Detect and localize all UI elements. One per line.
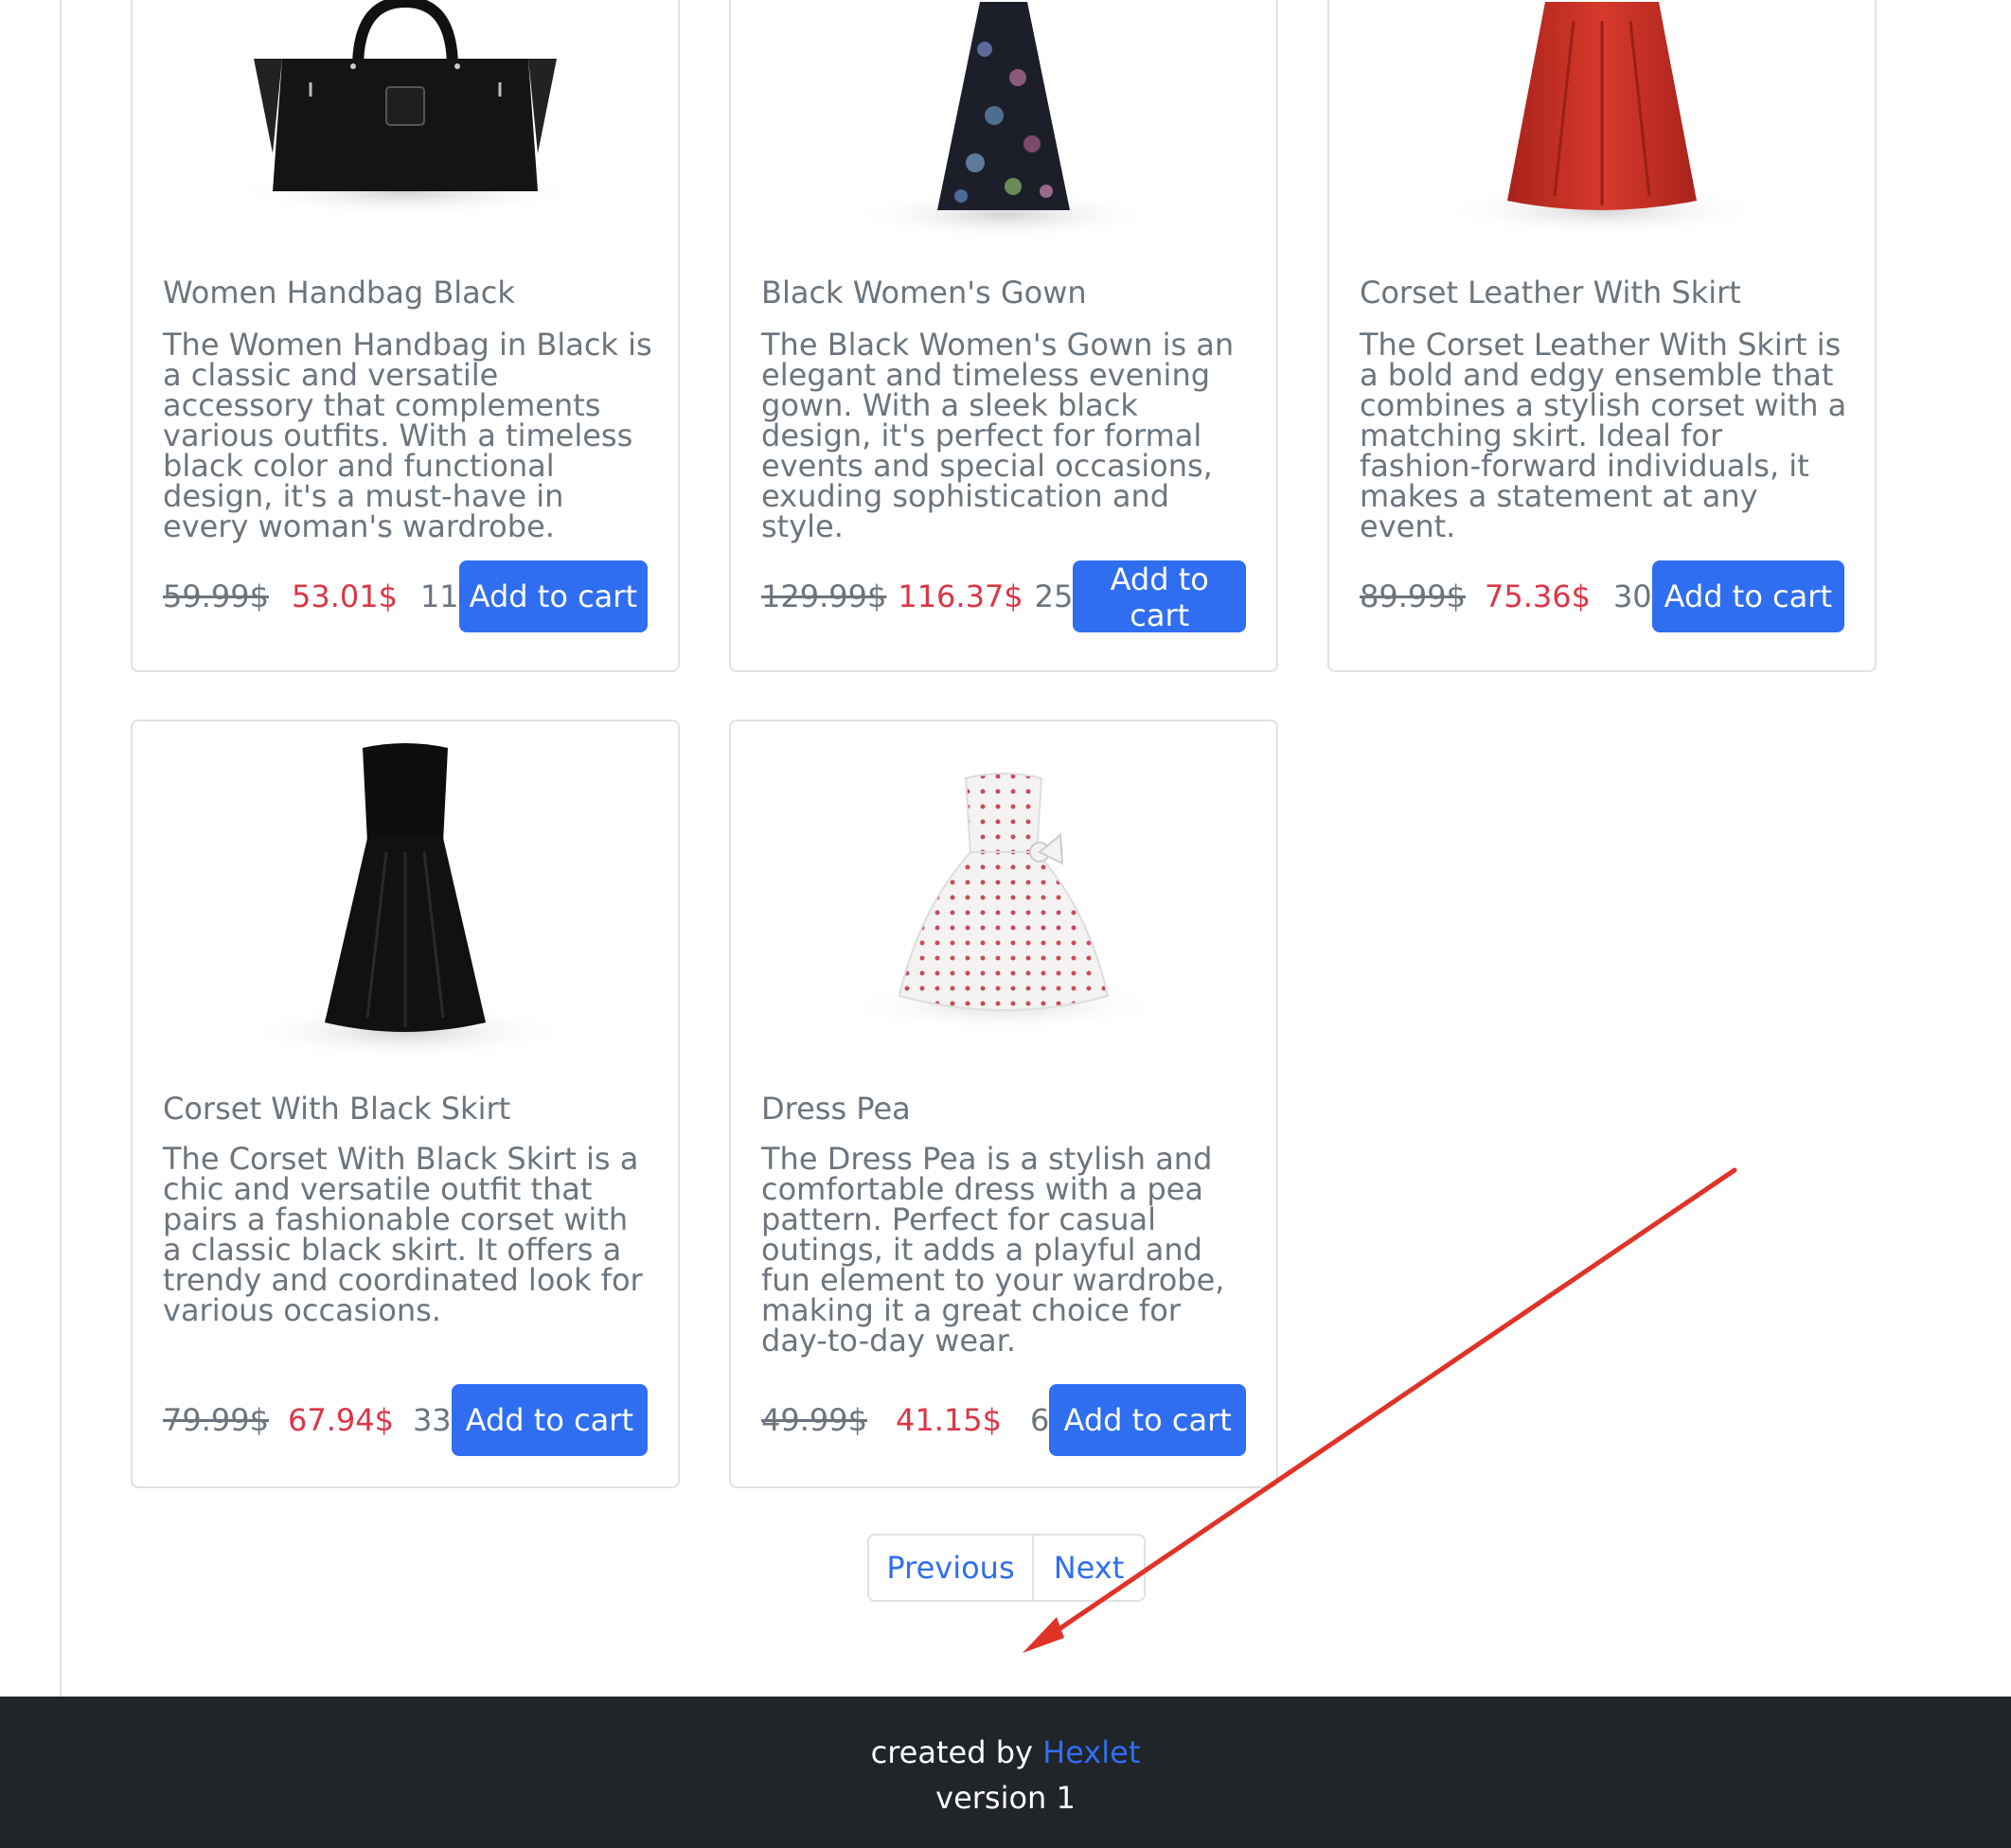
price-row: 129.99$ 116.37$ 25 Add to cart (761, 560, 1246, 633)
product-title: Dress Pea (761, 1091, 911, 1127)
price-row: 49.99$ 41.15$ 6 Add to cart (761, 1384, 1246, 1456)
footer-created-by: created by (870, 1734, 1033, 1770)
product-title: Black Women's Gown (761, 275, 1087, 311)
product-description: The Corset Leather With Skirt is a bold … (1360, 327, 1847, 544)
product-description: The Women Handbag in Black is a classic … (163, 327, 652, 544)
old-price: 59.99$ (163, 578, 269, 614)
add-to-cart-button[interactable]: Add to cart (451, 1384, 648, 1456)
product-title: Women Handbag Black (163, 275, 515, 311)
red-skirt-image (1329, 0, 1875, 248)
floral-gown-image (731, 0, 1276, 248)
stock-count: 30 (1612, 578, 1652, 614)
page: Women Handbag Black The Women Handbag in… (0, 0, 2011, 1848)
hexlet-link[interactable]: Hexlet (1042, 1734, 1140, 1770)
sale-price: 75.36$ (1484, 578, 1591, 614)
previous-page-link[interactable]: Previous (869, 1536, 1034, 1600)
pagination: Previous Next (867, 1534, 1146, 1602)
footer: created by Hexlet version 1 (0, 1697, 2011, 1848)
stock-count: 6 (1029, 1402, 1050, 1438)
old-price: 89.99$ (1360, 578, 1466, 614)
price-row: 89.99$ 75.36$ 30 Add to cart (1360, 560, 1844, 632)
old-price: 129.99$ (761, 578, 887, 614)
stock-count: 33 (412, 1402, 452, 1438)
add-to-cart-button[interactable]: Add to cart (1651, 560, 1844, 632)
product-description: The Black Women's Gown is an elegant and… (761, 327, 1235, 544)
product-title: Corset With Black Skirt (163, 1091, 511, 1127)
price-row: 59.99$ 53.01$ 11 Add to cart (163, 560, 648, 632)
footer-version: version 1 (935, 1780, 1076, 1816)
sale-price: 116.37$ (898, 578, 1023, 614)
product-description: The Dress Pea is a stylish and comfortab… (761, 1141, 1225, 1359)
handbag-image (133, 0, 678, 239)
add-to-cart-button[interactable]: Add to cart (1049, 1384, 1246, 1456)
stock-count: 11 (419, 578, 459, 614)
price-row: 79.99$ 67.94$ 33 Add to cart (163, 1384, 648, 1456)
sale-price: 53.01$ (291, 578, 398, 614)
stock-count: 25 (1034, 578, 1074, 614)
footer-credit: created by Hexlet (0, 1734, 2011, 1770)
polka-dot-dress-image (731, 769, 1276, 1053)
product-description: The Corset With Black Skirt is a chic an… (163, 1141, 643, 1328)
product-card: Black Women's Gown The Black Women's Gow… (729, 0, 1278, 672)
product-title: Corset Leather With Skirt (1360, 275, 1741, 311)
product-card: Corset With Black Skirt The Corset With … (131, 720, 680, 1488)
next-page-link[interactable]: Next (1034, 1536, 1144, 1600)
add-to-cart-button[interactable]: Add to cart (1073, 560, 1246, 633)
sale-price: 67.94$ (287, 1402, 394, 1438)
sale-price: 41.15$ (895, 1402, 1002, 1438)
product-card: Corset Leather With Skirt The Corset Lea… (1327, 0, 1877, 672)
old-price: 79.99$ (163, 1402, 269, 1438)
add-to-cart-button[interactable]: Add to cart (458, 560, 648, 632)
left-border (60, 0, 62, 1697)
black-dress-image (133, 738, 678, 1064)
product-card: Women Handbag Black The Women Handbag in… (131, 0, 680, 672)
product-card: Dress Pea The Dress Pea is a stylish and… (729, 720, 1278, 1488)
old-price: 49.99$ (761, 1402, 867, 1438)
